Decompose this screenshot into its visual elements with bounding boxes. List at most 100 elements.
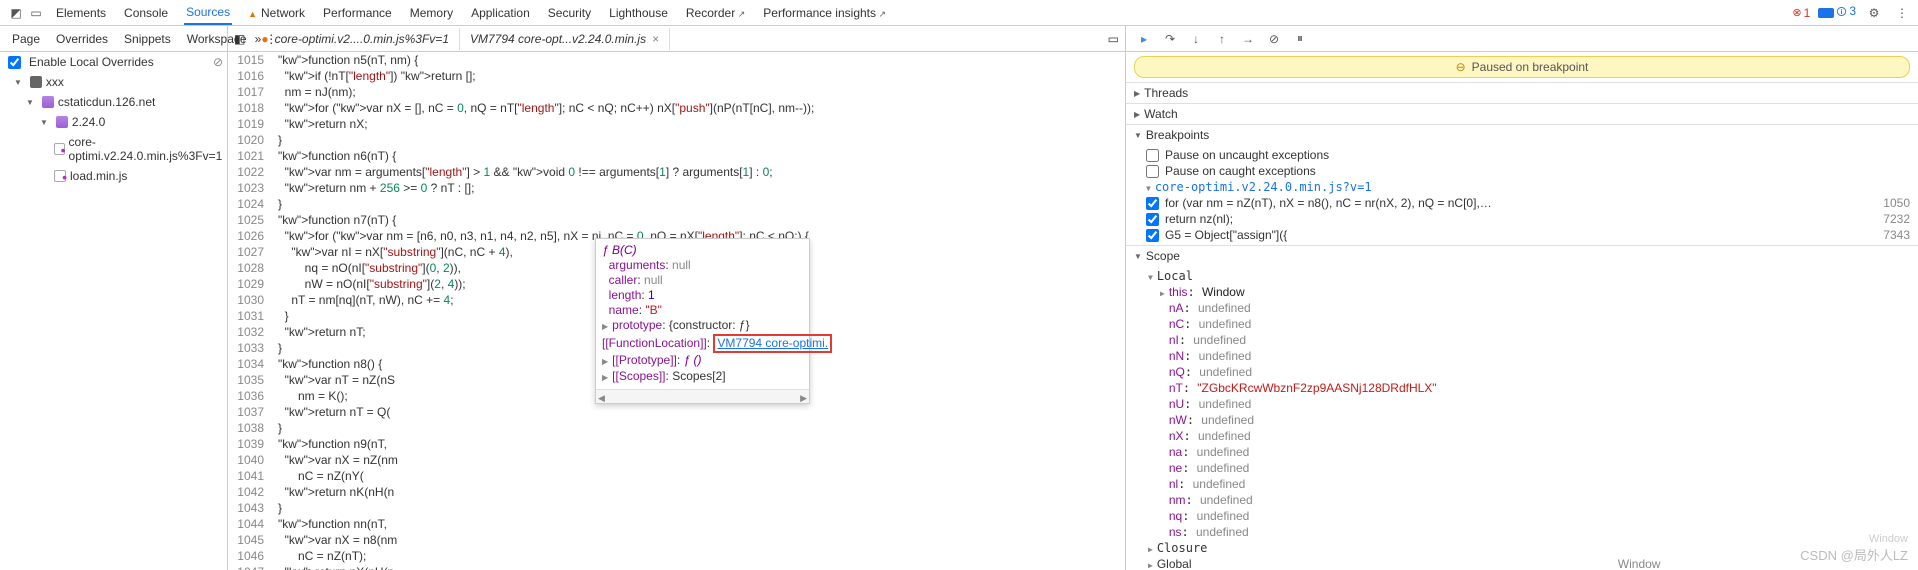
folder-label: cstaticdun.126.net bbox=[58, 95, 155, 109]
settings-icon[interactable]: ⚙ bbox=[1864, 3, 1884, 23]
subtab-overrides[interactable]: Overrides bbox=[48, 28, 116, 50]
tab-recorder[interactable]: Recorder bbox=[684, 2, 747, 24]
debugger-controls: ▸ ↷ ↓ ↑ → ⊘ ⏸ bbox=[1126, 31, 1918, 47]
file-tab-label: core-optimi.v2....0.min.js%3Fv=1 bbox=[275, 32, 449, 46]
tree-domain[interactable]: cstaticdun.126.net bbox=[0, 92, 227, 112]
tree-file-1[interactable]: core-optimi.v2.24.0.min.js%3Fv=1 bbox=[0, 132, 227, 166]
scope-variable[interactable]: nC: undefined bbox=[1136, 316, 1918, 332]
file-tab-2[interactable]: VM7794 core-opt...v2.24.0.min.js × bbox=[460, 28, 670, 50]
tab-memory[interactable]: Memory bbox=[408, 2, 455, 24]
scope-variable[interactable]: nm: undefined bbox=[1136, 492, 1918, 508]
navigator-pane: Enable Local Overrides ⊘ xxx cstaticdun.… bbox=[0, 52, 228, 570]
folder-icon bbox=[56, 116, 68, 128]
section-watch[interactable]: Watch bbox=[1126, 104, 1918, 124]
tab-application[interactable]: Application bbox=[469, 2, 532, 24]
modified-dot-icon: ● bbox=[261, 32, 268, 46]
scope-variable[interactable]: nI: undefined bbox=[1136, 332, 1918, 348]
scope-variable[interactable]: nq: undefined bbox=[1136, 508, 1918, 524]
object-preview-tooltip: ƒ B(C) arguments: null caller: null leng… bbox=[595, 238, 810, 404]
tree-root[interactable]: xxx bbox=[0, 72, 227, 92]
tooltip-val: ƒ () bbox=[684, 353, 702, 367]
pause-exceptions-icon[interactable]: ⏸ bbox=[1292, 31, 1308, 47]
scope-variable[interactable]: nT: "ZGbcKRcwWbznF2zp9AASNj128DRdfHLX" bbox=[1136, 380, 1918, 396]
code-editor[interactable]: 1015101610171018101910201021102210231024… bbox=[228, 52, 1126, 570]
step-out-icon[interactable]: ↑ bbox=[1214, 31, 1230, 47]
scope-variable[interactable]: nN: undefined bbox=[1136, 348, 1918, 364]
tooltip-prop: [[FunctionLocation]] bbox=[602, 336, 707, 350]
step-over-icon[interactable]: ↷ bbox=[1162, 31, 1178, 47]
clear-overrides-icon[interactable]: ⊘ bbox=[213, 55, 223, 69]
pause-uncaught[interactable]: Pause on uncaught exceptions bbox=[1146, 147, 1910, 163]
tooltip-scrollbar[interactable] bbox=[596, 389, 809, 403]
tab-console[interactable]: Console bbox=[122, 2, 170, 24]
folder-label: xxx bbox=[46, 75, 64, 89]
bp-file[interactable]: core-optimi.v2.24.0.min.js?v=1 bbox=[1146, 179, 1910, 195]
file-label: core-optimi.v2.24.0.min.js%3Fv=1 bbox=[69, 135, 223, 163]
panel-tabs: Elements Console Sources Network Perform… bbox=[54, 1, 888, 25]
tooltip-prop[interactable]: prototype bbox=[612, 318, 662, 332]
folder-label: 2.24.0 bbox=[72, 115, 105, 129]
navigator-tabs: Page Overrides Snippets Workspace » ⋮ bbox=[0, 26, 228, 51]
pause-caught[interactable]: Pause on caught exceptions bbox=[1146, 163, 1910, 179]
tree-folder[interactable]: 2.24.0 bbox=[0, 112, 227, 132]
breakpoint-item[interactable]: G5 = Object["assign"]({7343 bbox=[1146, 227, 1910, 243]
tooltip-header: ƒ B(C) bbox=[602, 243, 637, 257]
scope-variable[interactable]: nX: undefined bbox=[1136, 428, 1918, 444]
tab-sources[interactable]: Sources bbox=[184, 1, 232, 25]
function-location-link[interactable]: VM7794 core-optimi. bbox=[717, 336, 828, 350]
scope-variable[interactable]: nA: undefined bbox=[1136, 300, 1918, 316]
file-label: load.min.js bbox=[70, 169, 127, 183]
line-gutter[interactable]: 1015101610171018101910201021102210231024… bbox=[228, 52, 272, 570]
tab-performance[interactable]: Performance bbox=[321, 2, 394, 24]
paused-banner: Paused on breakpoint bbox=[1134, 56, 1910, 78]
subtab-snippets[interactable]: Snippets bbox=[116, 28, 179, 50]
close-tab-icon[interactable]: × bbox=[652, 32, 659, 46]
scope-local[interactable]: Local bbox=[1136, 268, 1918, 284]
scope-variable[interactable]: ne: undefined bbox=[1136, 460, 1918, 476]
scope-variable[interactable]: nl: undefined bbox=[1136, 476, 1918, 492]
tab-elements[interactable]: Elements bbox=[54, 2, 108, 24]
tab-network[interactable]: Network bbox=[246, 2, 307, 24]
step-icon[interactable]: → bbox=[1240, 31, 1256, 47]
tab-lighthouse[interactable]: Lighthouse bbox=[607, 2, 670, 24]
subtab-page[interactable]: Page bbox=[4, 28, 48, 50]
section-threads[interactable]: Threads bbox=[1126, 83, 1918, 103]
breakpoint-item[interactable]: for (var nm = nZ(nT), nX = n8(), nC = nr… bbox=[1146, 195, 1910, 211]
tooltip-prop[interactable]: [[Prototype]] bbox=[612, 353, 677, 367]
tree-file-2[interactable]: load.min.js bbox=[0, 166, 227, 186]
device-icon[interactable]: ▭ bbox=[26, 3, 46, 23]
enable-overrides-label: Enable Local Overrides bbox=[29, 55, 154, 69]
step-into-icon[interactable]: ↓ bbox=[1188, 31, 1204, 47]
enable-overrides-checkbox[interactable] bbox=[8, 56, 21, 69]
scope-variable[interactable]: nW: undefined bbox=[1136, 412, 1918, 428]
tooltip-val: Scopes[2] bbox=[672, 369, 725, 383]
inspect-icon[interactable]: ◩ bbox=[6, 3, 26, 23]
resume-icon[interactable]: ▸ bbox=[1136, 31, 1152, 47]
js-file-icon bbox=[54, 170, 66, 182]
error-count[interactable]: 1 bbox=[1792, 6, 1810, 20]
scope-variable[interactable]: nQ: undefined bbox=[1136, 364, 1918, 380]
tab-security[interactable]: Security bbox=[546, 2, 593, 24]
file-tab-1[interactable]: ● core-optimi.v2....0.min.js%3Fv=1 bbox=[251, 28, 460, 50]
main-panes: Enable Local Overrides ⊘ xxx cstaticdun.… bbox=[0, 52, 1918, 570]
message-count[interactable]: 3 bbox=[1818, 4, 1856, 22]
toggle-dbg-icon[interactable]: ▭ bbox=[1108, 32, 1119, 46]
editor-tabs: ◧ ● core-optimi.v2....0.min.js%3Fv=1 VM7… bbox=[228, 26, 1126, 51]
section-breakpoints[interactable]: Breakpoints bbox=[1126, 125, 1918, 145]
file-tab-label: VM7794 core-opt...v2.24.0.min.js bbox=[470, 32, 646, 46]
more-icon[interactable]: ⋮ bbox=[1892, 3, 1912, 23]
folder-icon bbox=[30, 76, 42, 88]
deactivate-bp-icon[interactable]: ⊘ bbox=[1266, 31, 1282, 47]
sources-subbar: Page Overrides Snippets Workspace » ⋮ ◧ … bbox=[0, 26, 1918, 52]
scope-variable[interactable]: na: undefined bbox=[1136, 444, 1918, 460]
scope-this[interactable]: this: Window bbox=[1136, 284, 1918, 300]
devtools-toolbar: ◩ ▭ Elements Console Sources Network Per… bbox=[0, 0, 1918, 26]
breakpoint-item[interactable]: return nz(nl);7232 bbox=[1146, 211, 1910, 227]
scope-variable[interactable]: nU: undefined bbox=[1136, 396, 1918, 412]
tab-performance-insights[interactable]: Performance insights bbox=[761, 2, 888, 24]
toggle-nav-icon[interactable]: ◧ bbox=[234, 32, 245, 46]
enable-overrides[interactable]: Enable Local Overrides ⊘ bbox=[0, 52, 227, 72]
tooltip-prop[interactable]: [[Scopes]] bbox=[612, 369, 665, 383]
folder-icon bbox=[42, 96, 54, 108]
section-scope[interactable]: Scope bbox=[1126, 246, 1918, 266]
